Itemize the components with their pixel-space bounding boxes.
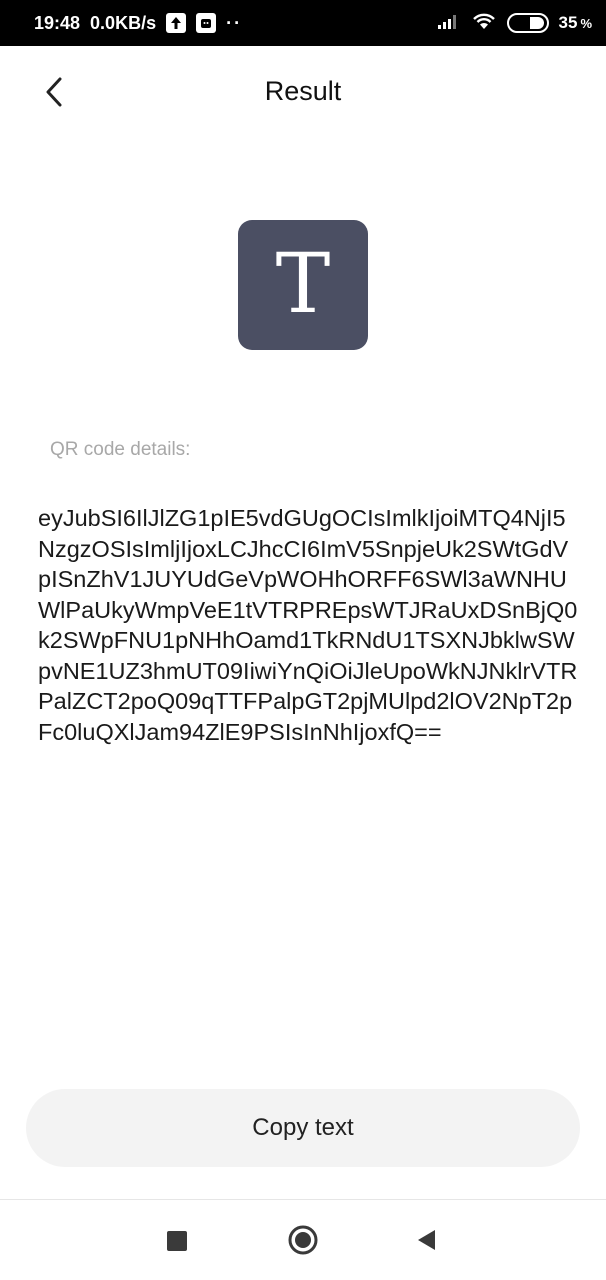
- qr-code-content: eyJubSI6IlJlZG1pIE5vdGUgOCIsImlkIjoiMTQ4…: [38, 505, 578, 745]
- status-left: 19:48 0.0KB/s ··: [34, 13, 242, 34]
- triangle-back-icon: [418, 1230, 435, 1250]
- home-button[interactable]: [287, 1224, 319, 1256]
- copy-text-button[interactable]: Copy text: [26, 1089, 580, 1167]
- header: Result: [0, 46, 606, 142]
- details-label: QR code details:: [50, 439, 191, 460]
- system-navigation-bar: [0, 1199, 606, 1280]
- upload-arrow-icon: [166, 13, 187, 33]
- battery-level: [529, 17, 544, 29]
- text-type-icon: T: [238, 220, 368, 350]
- battery-icon: [506, 13, 549, 33]
- app-notification-icon: [196, 13, 217, 33]
- status-right: 35%: [437, 11, 592, 36]
- screen: 19:48 0.0KB/s ·· 35 % Result T QR code d…: [0, 0, 606, 1280]
- page-title: Result: [264, 76, 342, 106]
- more-notifications-dots: ··: [226, 12, 243, 33]
- type-icon-letter: T: [275, 237, 331, 332]
- wifi-icon: [471, 11, 497, 36]
- square-icon: [167, 1231, 187, 1251]
- home-circle-icon: [288, 1225, 318, 1255]
- signal-icon: [437, 12, 461, 35]
- recent-apps-button[interactable]: [166, 1230, 188, 1252]
- network-speed: 0.0KB/s: [90, 12, 157, 33]
- system-back-button[interactable]: [414, 1228, 438, 1252]
- battery-percentage: 35%: [558, 13, 592, 32]
- status-bar: 19:48 0.0KB/s ·· 35 %: [0, 0, 606, 46]
- status-time: 19:48: [34, 12, 81, 33]
